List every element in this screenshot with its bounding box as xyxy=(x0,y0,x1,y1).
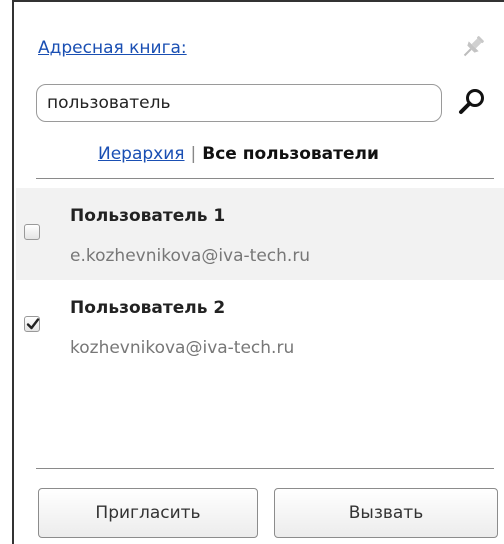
view-separator: | xyxy=(190,144,197,164)
search-input[interactable] xyxy=(36,84,442,122)
search-icon[interactable] xyxy=(456,86,488,118)
address-book-link[interactable]: Адресная книга: xyxy=(38,38,187,58)
all-users-link[interactable]: Все пользователи xyxy=(202,144,379,164)
checkmark-icon xyxy=(26,318,40,330)
user-email-2: kozhevnikova@iva-tech.ru xyxy=(70,338,295,358)
top-divider xyxy=(36,178,494,179)
user-email-1: e.kozhevnikova@iva-tech.ru xyxy=(70,246,311,266)
view-switch: Иерархия | Все пользователи xyxy=(98,144,379,164)
user-name-2: Пользователь 2 xyxy=(70,298,226,318)
user-checkbox-2[interactable] xyxy=(24,316,40,332)
user-row-1[interactable]: Пользователь 1 e.kozhevnikova@iva-tech.r… xyxy=(16,188,504,280)
user-row-2[interactable]: Пользователь 2 kozhevnikova@iva-tech.ru xyxy=(16,280,504,372)
invite-button[interactable]: Пригласить xyxy=(38,488,258,538)
call-button[interactable]: Вызвать xyxy=(274,488,498,538)
bottom-divider xyxy=(36,468,494,469)
user-checkbox-1[interactable] xyxy=(24,224,40,240)
pin-icon[interactable] xyxy=(458,32,488,62)
hierarchy-link[interactable]: Иерархия xyxy=(98,144,185,164)
address-book-panel: Адресная книга: Иерархия|Все пользовател… xyxy=(12,0,504,544)
user-name-1: Пользователь 1 xyxy=(70,206,226,226)
